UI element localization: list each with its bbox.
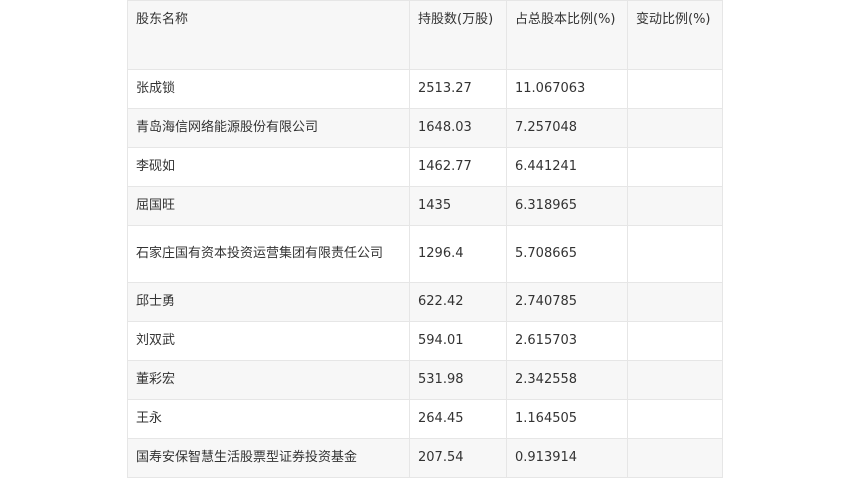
- ratio-value: 5.708665: [506, 225, 628, 283]
- table-row: 屈国旺 1435 6.318965: [127, 186, 723, 226]
- change-value: [627, 360, 723, 400]
- change-value: [627, 282, 723, 322]
- shareholder-name: 刘双武: [127, 321, 410, 361]
- shares-value: 594.01: [409, 321, 507, 361]
- header-share-ratio: 占总股本比例(%): [506, 0, 628, 70]
- ratio-value: 7.257048: [506, 108, 628, 148]
- ratio-value: 6.318965: [506, 186, 628, 226]
- shareholder-name: 邱士勇: [127, 282, 410, 322]
- change-value: [627, 399, 723, 439]
- ratio-value: 11.067063: [506, 69, 628, 109]
- change-value: [627, 321, 723, 361]
- shareholder-name: 董彩宏: [127, 360, 410, 400]
- header-shares: 持股数(万股): [409, 0, 507, 70]
- shares-value: 622.42: [409, 282, 507, 322]
- change-value: [627, 225, 723, 283]
- shareholder-name: 王永: [127, 399, 410, 439]
- shares-value: 264.45: [409, 399, 507, 439]
- change-value: [627, 438, 723, 478]
- table-row: 国寿安保智慧生活股票型证券投资基金 207.54 0.913914: [127, 438, 723, 478]
- change-value: [627, 186, 723, 226]
- shareholder-name: 国寿安保智慧生活股票型证券投资基金: [127, 438, 410, 478]
- shares-value: 531.98: [409, 360, 507, 400]
- table-row: 李砚如 1462.77 6.441241: [127, 147, 723, 187]
- table-row: 张成锁 2513.27 11.067063: [127, 69, 723, 109]
- ratio-value: 6.441241: [506, 147, 628, 187]
- shares-value: 1462.77: [409, 147, 507, 187]
- table-row: 石家庄国有资本投资运营集团有限责任公司 1296.4 5.708665: [127, 225, 723, 283]
- shareholder-name: 青岛海信网络能源股份有限公司: [127, 108, 410, 148]
- shareholder-name: 石家庄国有资本投资运营集团有限责任公司: [127, 225, 410, 283]
- shareholder-name: 张成锁: [127, 69, 410, 109]
- shares-value: 1296.4: [409, 225, 507, 283]
- change-value: [627, 108, 723, 148]
- shareholder-name: 李砚如: [127, 147, 410, 187]
- shareholder-name: 屈国旺: [127, 186, 410, 226]
- ratio-value: 0.913914: [506, 438, 628, 478]
- header-change-ratio: 变动比例(%): [627, 0, 723, 70]
- shares-value: 207.54: [409, 438, 507, 478]
- shares-value: 2513.27: [409, 69, 507, 109]
- shareholders-table: 股东名称 持股数(万股) 占总股本比例(%) 变动比例(%) 张成锁 2513.…: [127, 0, 723, 478]
- table-row: 刘双武 594.01 2.615703: [127, 321, 723, 361]
- ratio-value: 2.740785: [506, 282, 628, 322]
- ratio-value: 2.615703: [506, 321, 628, 361]
- table-row: 青岛海信网络能源股份有限公司 1648.03 7.257048: [127, 108, 723, 148]
- shares-value: 1648.03: [409, 108, 507, 148]
- table-header-row: 股东名称 持股数(万股) 占总股本比例(%) 变动比例(%): [127, 0, 723, 70]
- table-row: 王永 264.45 1.164505: [127, 399, 723, 439]
- change-value: [627, 69, 723, 109]
- header-shareholder-name: 股东名称: [127, 0, 410, 70]
- table-row: 董彩宏 531.98 2.342558: [127, 360, 723, 400]
- ratio-value: 1.164505: [506, 399, 628, 439]
- shares-value: 1435: [409, 186, 507, 226]
- table-row: 邱士勇 622.42 2.740785: [127, 282, 723, 322]
- change-value: [627, 147, 723, 187]
- ratio-value: 2.342558: [506, 360, 628, 400]
